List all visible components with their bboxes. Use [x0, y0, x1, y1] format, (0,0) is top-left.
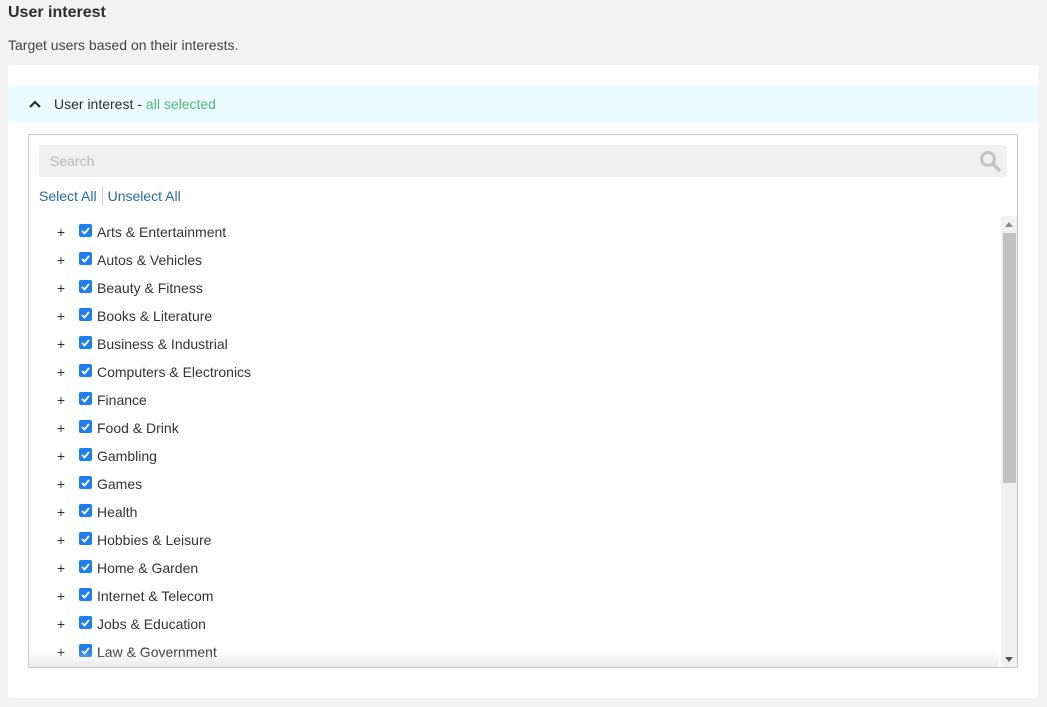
interest-item[interactable]: + Jobs & Education	[29, 610, 989, 638]
select-links: Select All Unselect All	[39, 187, 181, 205]
interest-checkbox[interactable]	[79, 392, 92, 405]
interest-checkbox[interactable]	[79, 364, 92, 377]
interest-item[interactable]: + Beauty & Fitness	[29, 274, 989, 302]
interest-checkbox[interactable]	[79, 504, 92, 517]
interest-item[interactable]: + Law & Government	[29, 638, 989, 666]
interest-checkbox[interactable]	[79, 280, 92, 293]
interest-item[interactable]: + Arts & Entertainment	[29, 218, 989, 246]
expand-plus-icon[interactable]: +	[55, 364, 67, 380]
interest-label: Computers & Electronics	[97, 364, 252, 380]
page-title: User interest	[8, 4, 106, 21]
search-input[interactable]	[39, 145, 1007, 177]
interest-label: Autos & Vehicles	[97, 252, 203, 268]
select-all-link[interactable]: Select All	[39, 188, 97, 204]
interest-label: Games	[97, 476, 143, 492]
interest-label: Hobbies & Leisure	[97, 532, 212, 548]
interest-checkbox[interactable]	[79, 252, 92, 265]
interest-label: Food & Drink	[97, 420, 179, 436]
link-separator	[101, 187, 103, 205]
expand-plus-icon[interactable]: +	[55, 560, 67, 576]
section-header[interactable]: User interest - all selected	[8, 85, 1038, 123]
expand-plus-icon[interactable]: +	[55, 336, 67, 352]
interest-card: User interest - all selected Select All …	[8, 65, 1038, 698]
interest-checkbox[interactable]	[79, 476, 92, 489]
interest-label: Gambling	[97, 448, 157, 464]
interest-item[interactable]: + Computers & Electronics	[29, 358, 989, 386]
expand-plus-icon[interactable]: +	[55, 644, 67, 660]
page-subtitle: Target users based on their interests.	[8, 37, 239, 53]
expand-plus-icon[interactable]: +	[55, 504, 67, 520]
search-field	[39, 145, 1007, 177]
interest-item[interactable]: + Autos & Vehicles	[29, 246, 989, 274]
interest-checkbox[interactable]	[79, 336, 92, 349]
interest-checkbox[interactable]	[79, 448, 92, 461]
expand-plus-icon[interactable]: +	[55, 476, 67, 492]
expand-plus-icon[interactable]: +	[55, 616, 67, 632]
scroll-down-arrow-icon[interactable]	[1001, 651, 1017, 667]
expand-plus-icon[interactable]: +	[55, 420, 67, 436]
expand-plus-icon[interactable]: +	[55, 532, 67, 548]
interest-label: Law & Government	[97, 644, 217, 660]
interest-item[interactable]: + Books & Literature	[29, 302, 989, 330]
expand-plus-icon[interactable]: +	[55, 280, 67, 296]
interest-item[interactable]: + Home & Garden	[29, 554, 989, 582]
interest-tree-box: Select All Unselect All + Arts & Entertai…	[28, 134, 1018, 668]
expand-plus-icon[interactable]: +	[55, 448, 67, 464]
search-icon[interactable]	[979, 150, 1001, 172]
scrollbar-thumb[interactable]	[1003, 233, 1016, 483]
interest-label: Books & Literature	[97, 308, 213, 324]
section-status: all selected	[145, 96, 216, 112]
interest-checkbox[interactable]	[79, 420, 92, 433]
interest-label: Jobs & Education	[97, 616, 206, 632]
interest-label: Business & Industrial	[97, 336, 228, 352]
interest-checkbox[interactable]	[79, 560, 92, 573]
expand-plus-icon[interactable]: +	[55, 224, 67, 240]
section-title: User interest -	[54, 96, 142, 112]
interest-item[interactable]: + Health	[29, 498, 989, 526]
interest-item[interactable]: + Business & Industrial	[29, 330, 989, 358]
chevron-up-icon[interactable]	[28, 97, 42, 111]
expand-plus-icon[interactable]: +	[55, 588, 67, 604]
interest-checkbox[interactable]	[79, 588, 92, 601]
interest-checkbox[interactable]	[79, 616, 92, 629]
interest-item[interactable]: + Internet & Telecom	[29, 582, 989, 610]
expand-plus-icon[interactable]: +	[55, 392, 67, 408]
interest-item[interactable]: + Gambling	[29, 442, 989, 470]
scrollbar[interactable]	[1001, 216, 1017, 667]
interest-checkbox[interactable]	[79, 224, 92, 237]
interest-item[interactable]: + Finance	[29, 386, 989, 414]
interest-item[interactable]: + Hobbies & Leisure	[29, 526, 989, 554]
interest-list: + Arts & Entertainment + Autos & Vehicles + B…	[29, 216, 999, 667]
interest-label: Health	[97, 504, 138, 520]
unselect-all-link[interactable]: Unselect All	[108, 188, 181, 204]
interest-label: Arts & Entertainment	[97, 224, 227, 240]
interest-label: Home & Garden	[97, 560, 199, 576]
interest-label: Internet & Telecom	[97, 588, 214, 604]
expand-plus-icon[interactable]: +	[55, 308, 67, 324]
interest-label: Finance	[97, 392, 147, 408]
interest-checkbox[interactable]	[79, 532, 92, 545]
interest-checkbox[interactable]	[79, 308, 92, 321]
expand-plus-icon[interactable]: +	[55, 252, 67, 268]
interest-label: Beauty & Fitness	[97, 280, 203, 296]
interest-item[interactable]: + Games	[29, 470, 989, 498]
interest-checkbox[interactable]	[79, 644, 92, 657]
interest-item[interactable]: + Food & Drink	[29, 414, 989, 442]
scroll-up-arrow-icon[interactable]	[1001, 216, 1017, 233]
